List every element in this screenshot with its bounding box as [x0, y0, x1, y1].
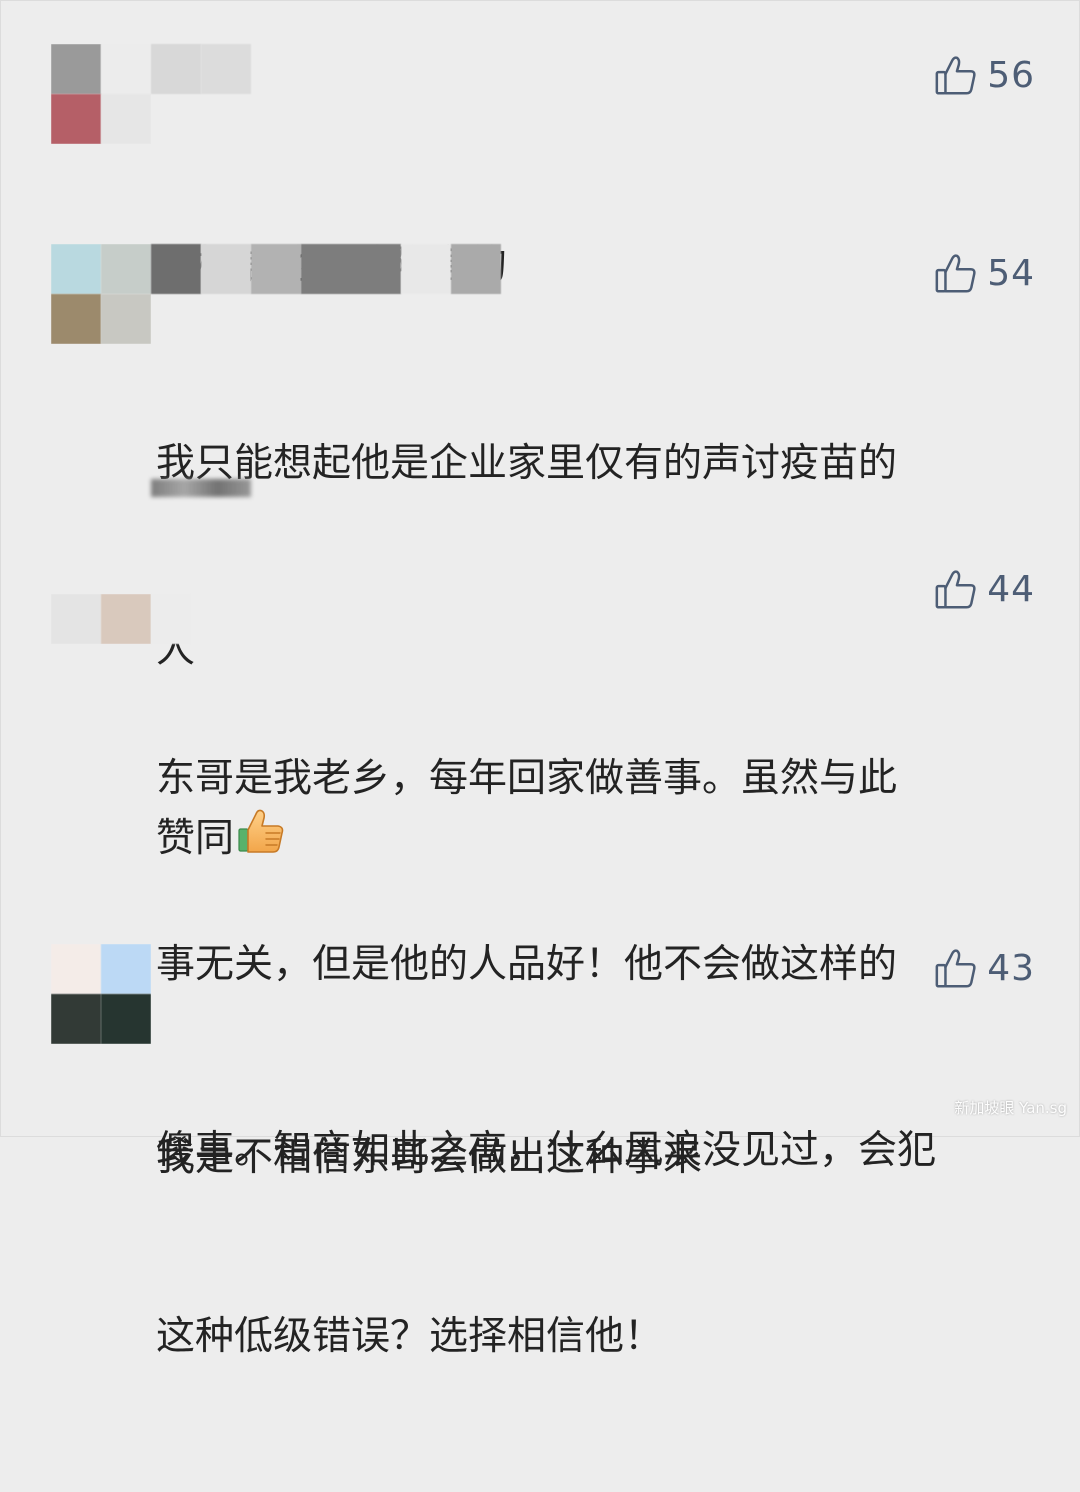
- like-button[interactable]: 43: [933, 946, 1035, 992]
- blurred-overlay: [151, 479, 251, 497]
- avatar[interactable]: [51, 44, 151, 144]
- comment-line: 我是不相信东哥会做出这种事来: [156, 1135, 703, 1180]
- comment-line: 东哥是我老乡，每年回家做善事。虽然与此: [156, 756, 898, 801]
- like-button[interactable]: 56: [933, 53, 1035, 99]
- like-count: 54: [987, 253, 1035, 294]
- thumbs-up-icon: [933, 567, 979, 613]
- thumbs-up-icon: [933, 946, 979, 992]
- like-button[interactable]: 54: [933, 251, 1035, 297]
- thumbs-up-icon: [933, 53, 979, 99]
- watermark: 新加坡眼 Yan.sg: [954, 1099, 1067, 1117]
- thumbs-up-icon: [933, 251, 979, 297]
- comment-text: 我是不相信东哥会做出这种事来: [156, 1003, 1026, 1313]
- nickname-blurred[interactable]: [151, 244, 501, 294]
- avatar[interactable]: [51, 244, 151, 344]
- like-count: 43: [987, 948, 1035, 989]
- comment-line: 我只能想起他是企业家里仅有的声讨疫苗的: [156, 441, 898, 486]
- comments-screen: 56 我相信他是被陷害的 5: [0, 0, 1080, 1359]
- comment-line: 事无关，但是他的人品好！他不会做这样的: [156, 942, 898, 987]
- nickname-blurred[interactable]: [151, 44, 251, 94]
- avatar[interactable]: [51, 944, 151, 1044]
- avatar[interactable]: [51, 594, 151, 644]
- comment-line: 这种低级错误？选择相信他！: [156, 1314, 664, 1359]
- like-button[interactable]: 44: [933, 567, 1035, 613]
- like-count: 44: [987, 569, 1035, 610]
- like-count: 56: [987, 55, 1035, 96]
